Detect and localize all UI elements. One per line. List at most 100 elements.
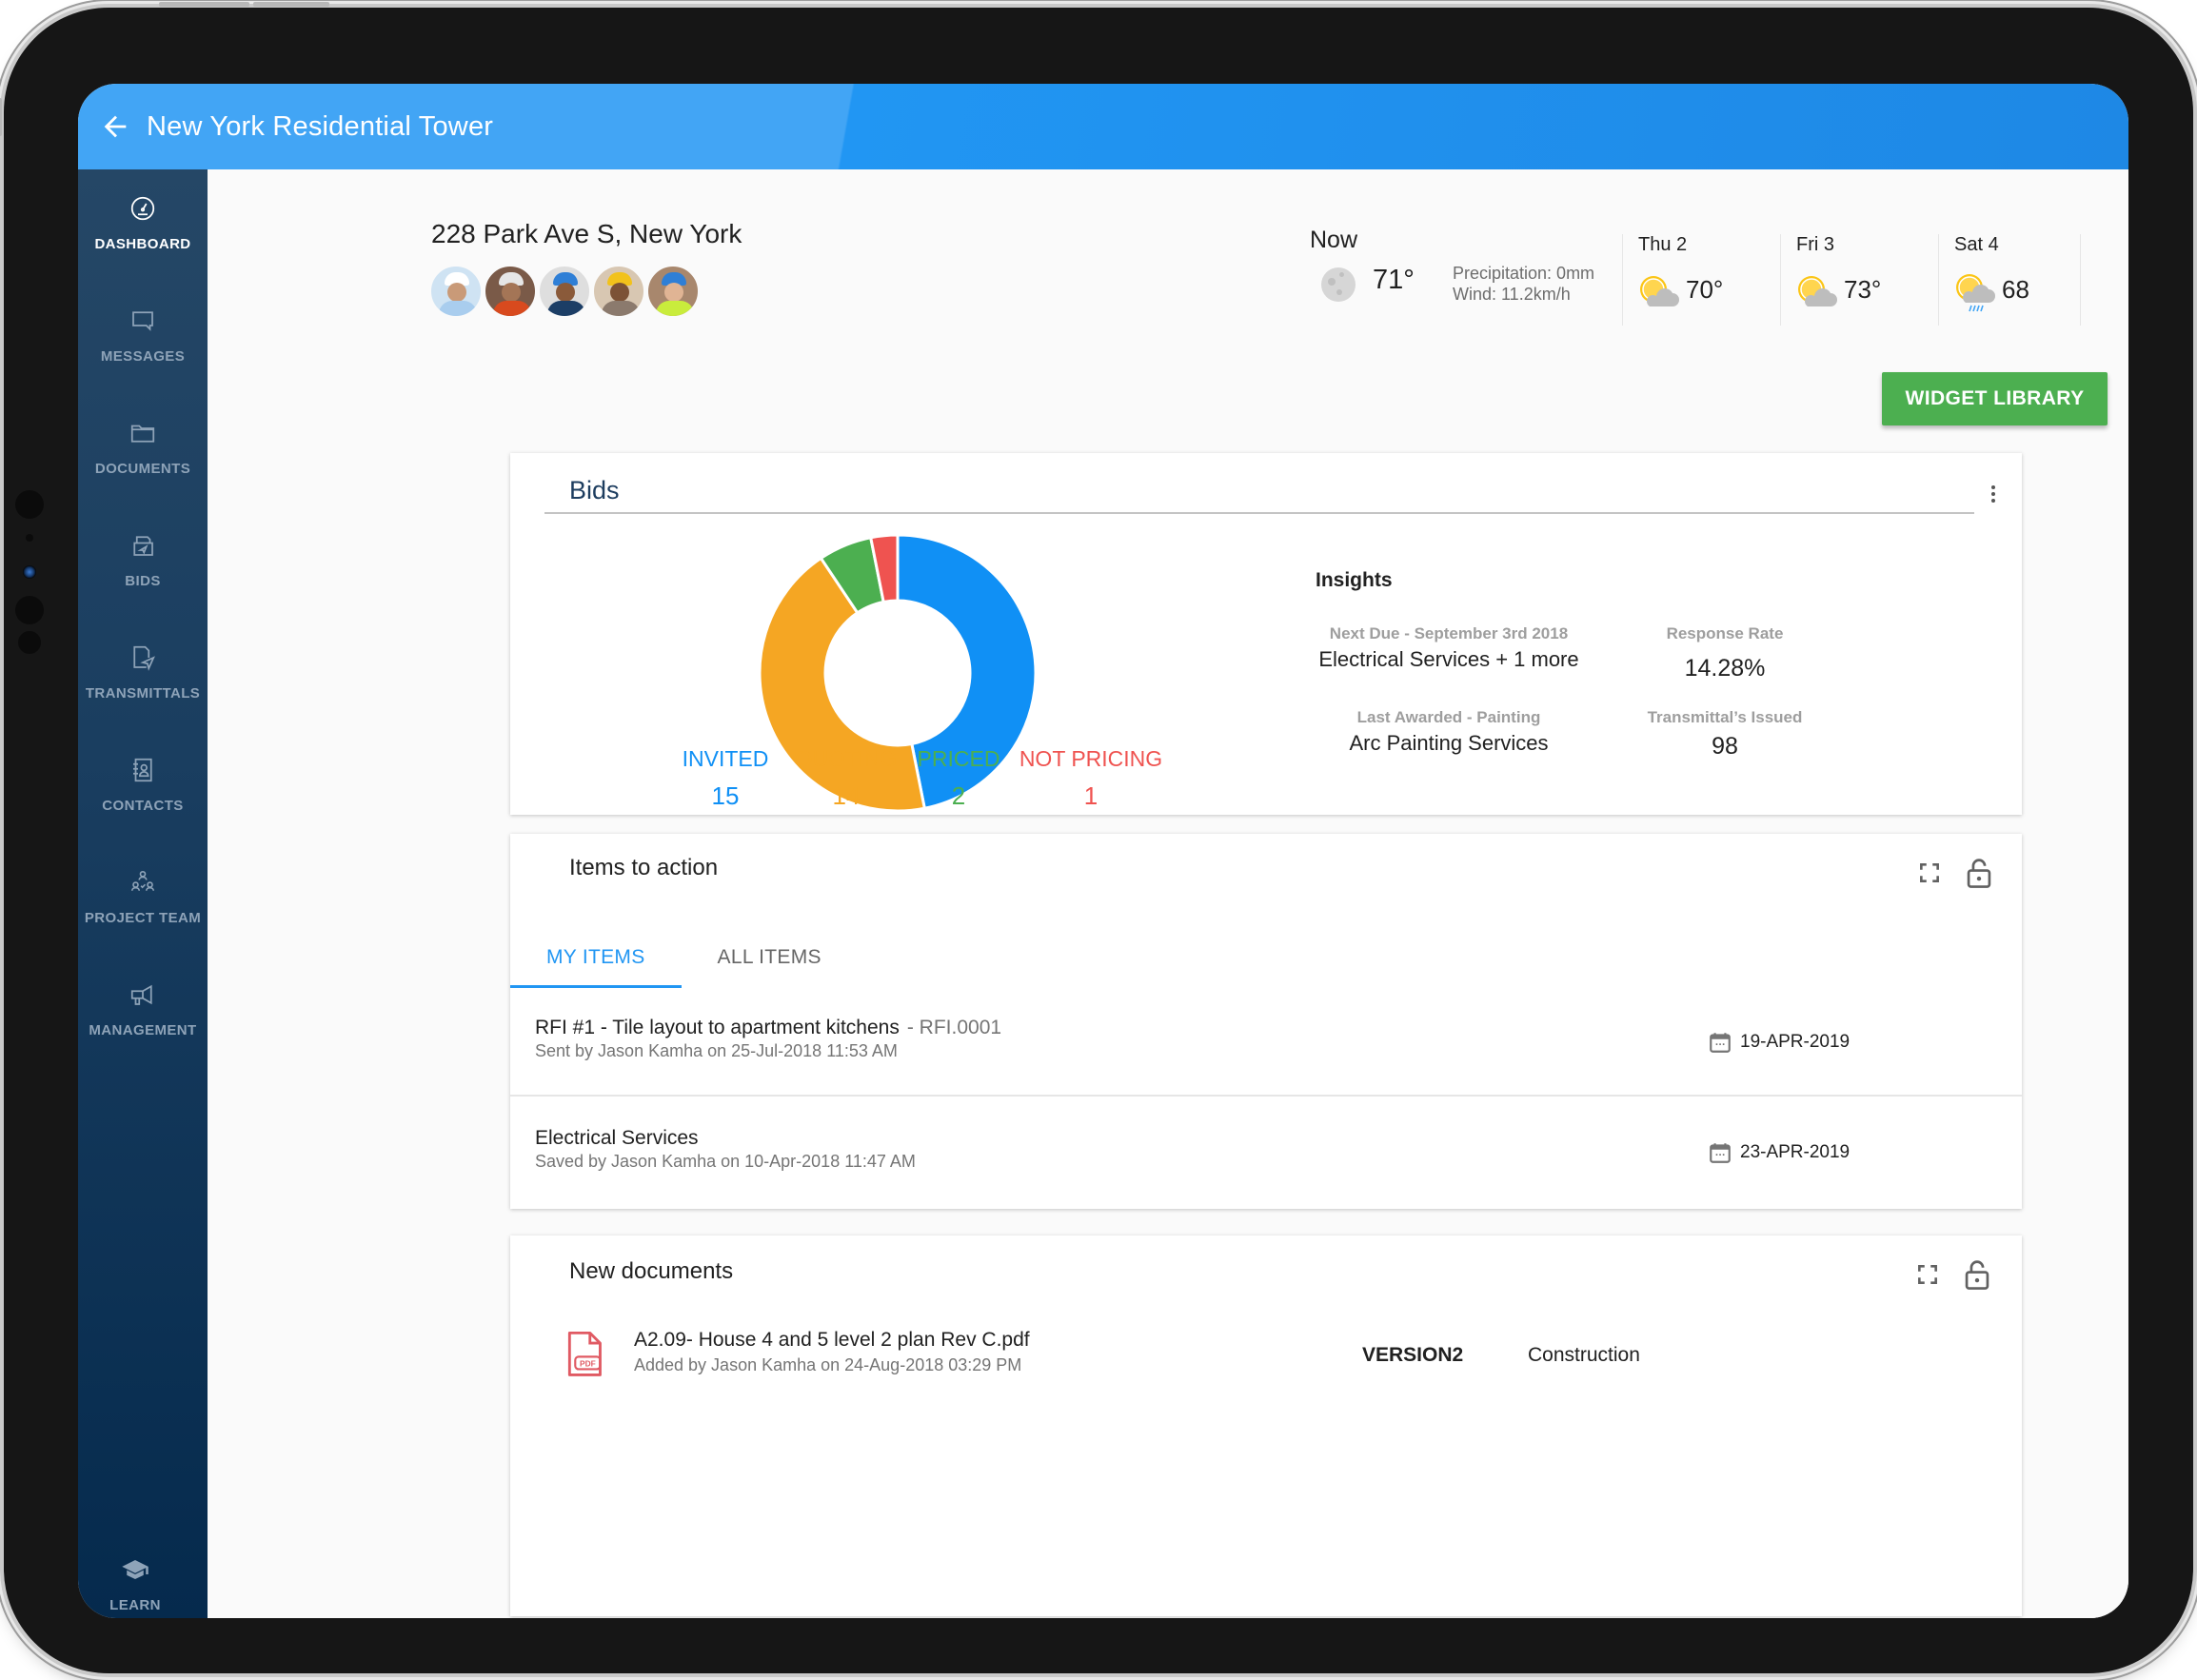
sidebar-item-label: MESSAGES (100, 348, 186, 365)
sidebar-item-bids[interactable]: BIDS (78, 531, 208, 626)
sidebar-item-project-team[interactable]: PROJECT TEAM (78, 868, 208, 963)
card-actions (1892, 1258, 1991, 1291)
speedometer-icon (130, 196, 155, 221)
insight-value: 98 (1712, 733, 1738, 760)
legend-label: QUOTING (795, 746, 898, 771)
team-avatars (429, 265, 701, 318)
sidebar-item-management[interactable]: MANAGEMENT (78, 980, 208, 1076)
avatar[interactable] (592, 265, 645, 318)
item-due-date: 19-APR-2019 (1708, 1030, 1850, 1055)
partly-cloudy-icon (1640, 276, 1679, 306)
document-version: VERSION2 (1362, 1344, 1464, 1366)
sidebar-item-label: LEARN (109, 1597, 161, 1613)
legend-label: PRICED (917, 746, 1000, 771)
sidebar-item-label: MANAGEMENT (89, 1022, 197, 1038)
bids-box-icon (133, 536, 153, 556)
megaphone-icon (130, 984, 152, 1005)
sensor (15, 490, 44, 519)
items-to-action-title: Items to action (569, 855, 719, 880)
pdf-file-icon: PDF (567, 1331, 602, 1376)
document-row[interactable]: PDF A2.09- House 4 and 5 level 2 plan Re… (510, 1312, 2022, 1388)
sidebar-item-dashboard[interactable]: DASHBOARD (78, 194, 208, 289)
card-actions (1894, 857, 1993, 889)
calendar-icon (1710, 1143, 1731, 1163)
sidebar-item-messages[interactable]: MESSAGES (78, 306, 208, 402)
insight-label: Response Rate (1666, 624, 1784, 642)
folder-icon (130, 425, 155, 443)
legend-value: 15 (711, 781, 740, 810)
sidebar-item-label: PROJECT TEAM (84, 910, 202, 926)
weather-now-details: Precipitation: 0mm Wind: 11.2km/h (1453, 263, 1594, 305)
insight-transmittals: Transmittal’s Issued 98 (1630, 708, 1820, 761)
weather-divider (2080, 234, 2081, 326)
item-subtitle: Sent by Jason Kamha on 25-Jul-2018 11:53… (535, 1041, 898, 1060)
more-vert-icon[interactable] (1989, 485, 1997, 508)
sidebar-item-contacts[interactable]: CONTACTS (78, 756, 208, 851)
avatar[interactable] (484, 265, 537, 318)
precipitation-text: Precipitation: 0mm (1453, 264, 1595, 283)
insights-title: Insights (1316, 569, 1393, 591)
item-title: RFI #1 - Tile layout to apartment kitche… (535, 1017, 1001, 1039)
item-title: Electrical Services (535, 1127, 699, 1150)
list-item[interactable]: Electrical Services Saved by Jason Kamha… (510, 1098, 2022, 1207)
new-documents-card: New documents PDF A2.09- House 4 and 5 l… (510, 1235, 2022, 1616)
tab-my-items[interactable]: MY ITEMS (510, 927, 682, 988)
svg-text:PDF: PDF (580, 1359, 596, 1369)
avatar[interactable] (646, 265, 700, 318)
forecast-temp: 70° (1686, 275, 1724, 304)
chat-bubble-icon (132, 311, 153, 331)
sidebar-item-learn[interactable]: LEARN (78, 1555, 200, 1618)
insight-value: 14.28% (1684, 655, 1766, 682)
forecast-day: Sat 4 68 (1938, 234, 2043, 326)
bids-title: Bids (569, 476, 620, 504)
weather-now-label: Now (1310, 227, 1358, 253)
sidebar-item-transmittals[interactable]: TRANSMITTALS (78, 643, 208, 739)
fullscreen-icon[interactable] (1915, 1262, 1940, 1287)
document-send-icon (133, 645, 155, 671)
legend-value: 2 (951, 781, 966, 810)
legend-invited[interactable]: INVITED 15 (678, 746, 773, 811)
side-button (0, 98, 2, 136)
insight-response-rate: Response Rate 14.28% (1630, 624, 1820, 682)
tab-all-items[interactable]: ALL ITEMS (682, 927, 858, 988)
unlock-icon[interactable] (1963, 1258, 1991, 1291)
address-book-icon (133, 758, 152, 782)
sidebar-item-label: BIDS (125, 573, 161, 589)
item-due-date: 23-APR-2019 (1708, 1140, 1850, 1165)
insight-last-awarded: Last Awarded - Painting Arc Painting Ser… (1316, 708, 1582, 756)
forecast-temp: 73° (1844, 275, 1882, 304)
dashboard-main: 228 Park Ave S, New York Now 71° Precipi… (208, 169, 2128, 1618)
items-tabs: MY ITEMS ALL ITEMS (510, 927, 858, 988)
item-date-text: 19-APR-2019 (1740, 1032, 1851, 1052)
list-item[interactable]: RFI #1 - Tile layout to apartment kitche… (510, 988, 2022, 1097)
insight-label: Transmittal’s Issued (1647, 708, 1803, 726)
arrow-left-icon[interactable] (99, 110, 131, 143)
legend-quoting[interactable]: QUOTING 14 (790, 746, 902, 811)
sensor (26, 534, 33, 542)
app-screen: New York Residential Tower DASHBOARD MES… (78, 84, 2128, 1618)
forecast-day: Thu 2 70° (1622, 234, 1727, 326)
insight-label: Next Due - September 3rd 2018 (1329, 624, 1569, 642)
insight-value: Electrical Services + 1 more (1318, 647, 1579, 671)
avatar[interactable] (538, 265, 591, 318)
wind-text: Wind: 11.2km/h (1453, 285, 1571, 304)
team-icon (130, 870, 155, 891)
sidebar-item-label: CONTACTS (102, 798, 184, 814)
insight-label: Last Awarded - Painting (1356, 708, 1541, 726)
insight-value: Arc Painting Services (1349, 731, 1549, 755)
legend-not-pricing[interactable]: NOT PRICING 1 (1017, 746, 1165, 811)
sidebar-item-documents[interactable]: DOCUMENTS (78, 419, 208, 514)
widget-library-button[interactable]: WIDGET LIBRARY (1882, 372, 2108, 425)
calendar-icon (1710, 1033, 1731, 1053)
item-date-text: 23-APR-2019 (1740, 1142, 1851, 1162)
avatar[interactable] (429, 265, 483, 318)
legend-value: 14 (832, 781, 861, 810)
unlock-icon[interactable] (1965, 857, 1993, 889)
legend-priced[interactable]: PRICED 2 (916, 746, 1001, 811)
sidebar-item-label: DASHBOARD (94, 236, 191, 252)
app-bar: New York Residential Tower (78, 84, 2128, 169)
item-title-text: RFI #1 - Tile layout to apartment kitche… (535, 1017, 900, 1038)
document-category: Construction (1528, 1344, 1640, 1366)
legend-value: 1 (1083, 781, 1098, 810)
fullscreen-icon[interactable] (1917, 860, 1942, 885)
